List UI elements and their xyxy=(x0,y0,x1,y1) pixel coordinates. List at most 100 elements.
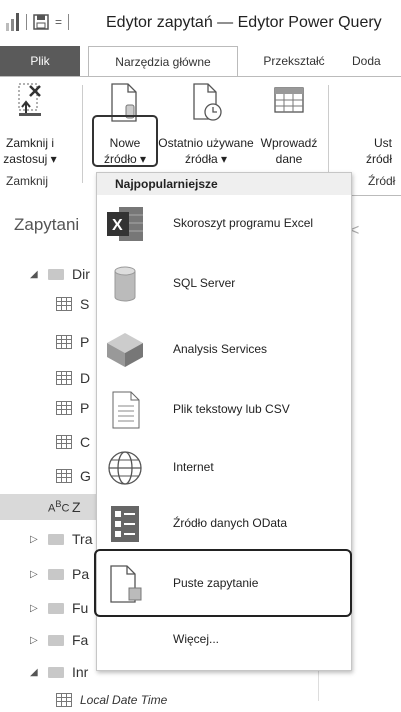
menu-item-text-csv[interactable]: Plik tekstowy lub CSV xyxy=(97,381,351,437)
menu-item-label: Źródło danych OData xyxy=(173,516,288,530)
query-item[interactable]: P xyxy=(56,330,89,354)
table-icon xyxy=(274,87,304,113)
svg-text:X: X xyxy=(112,217,123,234)
query-item-label: P xyxy=(80,334,90,350)
collapsed-triangle-icon[interactable]: ▷ xyxy=(30,534,40,545)
query-folder[interactable]: ▷ Pa xyxy=(30,562,89,586)
title-bar: = Edytor zapytań — Edytor Power Query xyxy=(0,0,401,46)
query-item[interactable]: G xyxy=(56,464,91,488)
odata-icon xyxy=(111,506,139,542)
menu-item-more[interactable]: Więcej... xyxy=(97,611,351,667)
query-item-selected[interactable]: ABC Z xyxy=(48,495,81,519)
query-item[interactable]: S xyxy=(56,292,89,316)
tab-file[interactable]: Plik xyxy=(0,46,80,76)
query-folder[interactable]: ◢ Dir xyxy=(30,262,90,286)
query-folder-label: Tra xyxy=(72,531,93,547)
query-item-label: G xyxy=(80,468,91,484)
collapsed-triangle-icon[interactable]: ▷ xyxy=(30,603,40,614)
recent-sources-icon xyxy=(193,83,222,121)
window-title: Edytor zapytań — Edytor Power Query xyxy=(106,14,382,31)
table-icon xyxy=(56,401,72,415)
menu-item-odata[interactable]: Źródło danych OData xyxy=(97,495,351,551)
query-folder-label: Inr xyxy=(72,664,89,680)
enter-data-button[interactable]: Wprowadź dane xyxy=(254,81,324,171)
query-item-label: S xyxy=(80,296,90,312)
enter-data-label-1: Wprowadź xyxy=(260,136,318,150)
collapsed-triangle-icon[interactable]: ▷ xyxy=(30,635,40,646)
table-icon xyxy=(56,297,72,311)
dropdown-header: Najpopularniejsze xyxy=(97,173,351,195)
folder-icon xyxy=(48,533,64,545)
save-icon[interactable] xyxy=(33,14,49,30)
data-source-settings-button[interactable]: Ust źródł xyxy=(340,81,401,171)
menu-item-internet[interactable]: Internet xyxy=(97,439,351,495)
folder-icon xyxy=(48,634,64,646)
table-icon xyxy=(56,469,72,483)
table-icon xyxy=(56,335,72,349)
query-folder-label: Pa xyxy=(72,566,90,582)
menu-item-label: Plik tekstowy lub CSV xyxy=(173,402,290,416)
group-label-close: Zamknij xyxy=(6,174,49,188)
menu-item-excel[interactable]: X Skoroszyt programu Excel xyxy=(97,195,351,251)
table-icon xyxy=(56,371,72,385)
recent-sources-label-1: Ostatnio używane xyxy=(158,136,254,150)
globe-icon xyxy=(108,451,142,485)
query-item-label: Z xyxy=(72,499,81,515)
customize-toolbar-icon[interactable]: = xyxy=(55,15,62,29)
tab-transform[interactable]: Przekształć xyxy=(248,46,340,76)
blank-query-highlight xyxy=(94,549,352,617)
menu-item-label: Skoroszyt programu Excel xyxy=(173,216,314,230)
data-source-settings-label-2: źródł xyxy=(366,152,393,166)
ribbon-group-separator xyxy=(328,85,329,183)
menu-item-analysis-services[interactable]: Analysis Services xyxy=(97,321,351,377)
query-folder[interactable]: ▷ Fa xyxy=(30,628,88,652)
parameter-text-icon: ABC xyxy=(48,499,70,515)
query-item-label: P xyxy=(80,400,90,416)
queries-pane-title: Zapytani xyxy=(14,215,80,234)
folder-icon xyxy=(48,666,64,678)
excel-icon: X xyxy=(107,207,143,241)
database-icon xyxy=(114,266,136,302)
query-item[interactable]: Local Date Time xyxy=(56,688,167,712)
close-apply-button[interactable]: Zamknij i zastosuj ▾ xyxy=(0,81,60,171)
query-item[interactable]: D xyxy=(56,366,90,390)
new-source-button-highlight xyxy=(92,115,158,167)
query-folder[interactable]: ▷ Fu xyxy=(30,596,88,620)
group-label-sources: Źródł xyxy=(368,174,396,188)
menu-item-sql-server[interactable]: SQL Server xyxy=(97,255,351,311)
data-source-settings-label-1: Ust xyxy=(374,136,392,150)
folder-icon xyxy=(48,602,64,614)
folder-icon xyxy=(48,568,64,580)
query-item[interactable]: C xyxy=(56,430,90,454)
cube-icon xyxy=(107,333,143,367)
tab-add-column[interactable]: Doda xyxy=(352,46,401,76)
folder-icon xyxy=(48,268,64,280)
query-item[interactable]: P xyxy=(56,396,89,420)
query-folder-label: Fa xyxy=(72,632,89,648)
expanded-triangle-icon[interactable]: ◢ xyxy=(30,269,40,280)
query-folder-label: Fu xyxy=(72,600,89,616)
menu-item-label: Więcej... xyxy=(173,632,220,646)
new-source-dropdown: Najpopularniejsze X Skoroszyt programu E… xyxy=(94,172,352,671)
recent-sources-button[interactable]: Ostatnio używane źródła ▾ xyxy=(156,81,256,171)
close-apply-label-2: zastosuj ▾ xyxy=(3,152,57,166)
ribbon-group-separator xyxy=(82,85,83,183)
text-file-icon xyxy=(112,391,140,429)
toolbar-separator xyxy=(26,14,27,30)
menu-item-label: SQL Server xyxy=(173,276,236,290)
query-folder-label: Dir xyxy=(72,266,90,282)
table-icon xyxy=(56,435,72,449)
menu-item-label: Internet xyxy=(173,460,214,474)
collapsed-triangle-icon[interactable]: ▷ xyxy=(30,569,40,580)
query-folder[interactable]: ◢ Inr xyxy=(30,660,88,684)
close-apply-icon xyxy=(18,83,41,116)
query-item-label: C xyxy=(80,434,91,450)
ribbon-tabs: Plik Narzędzia główne Przekształć Doda xyxy=(0,46,401,78)
query-folder[interactable]: ▷ Tra xyxy=(30,527,92,551)
tab-home[interactable]: Narzędzia główne xyxy=(88,46,238,78)
quick-access-toolbar: = xyxy=(6,12,70,32)
expanded-triangle-icon[interactable]: ◢ xyxy=(30,667,40,678)
query-item-label: Local Date Time xyxy=(80,693,168,707)
query-item-label: D xyxy=(80,370,91,386)
toolbar-separator xyxy=(68,14,70,30)
